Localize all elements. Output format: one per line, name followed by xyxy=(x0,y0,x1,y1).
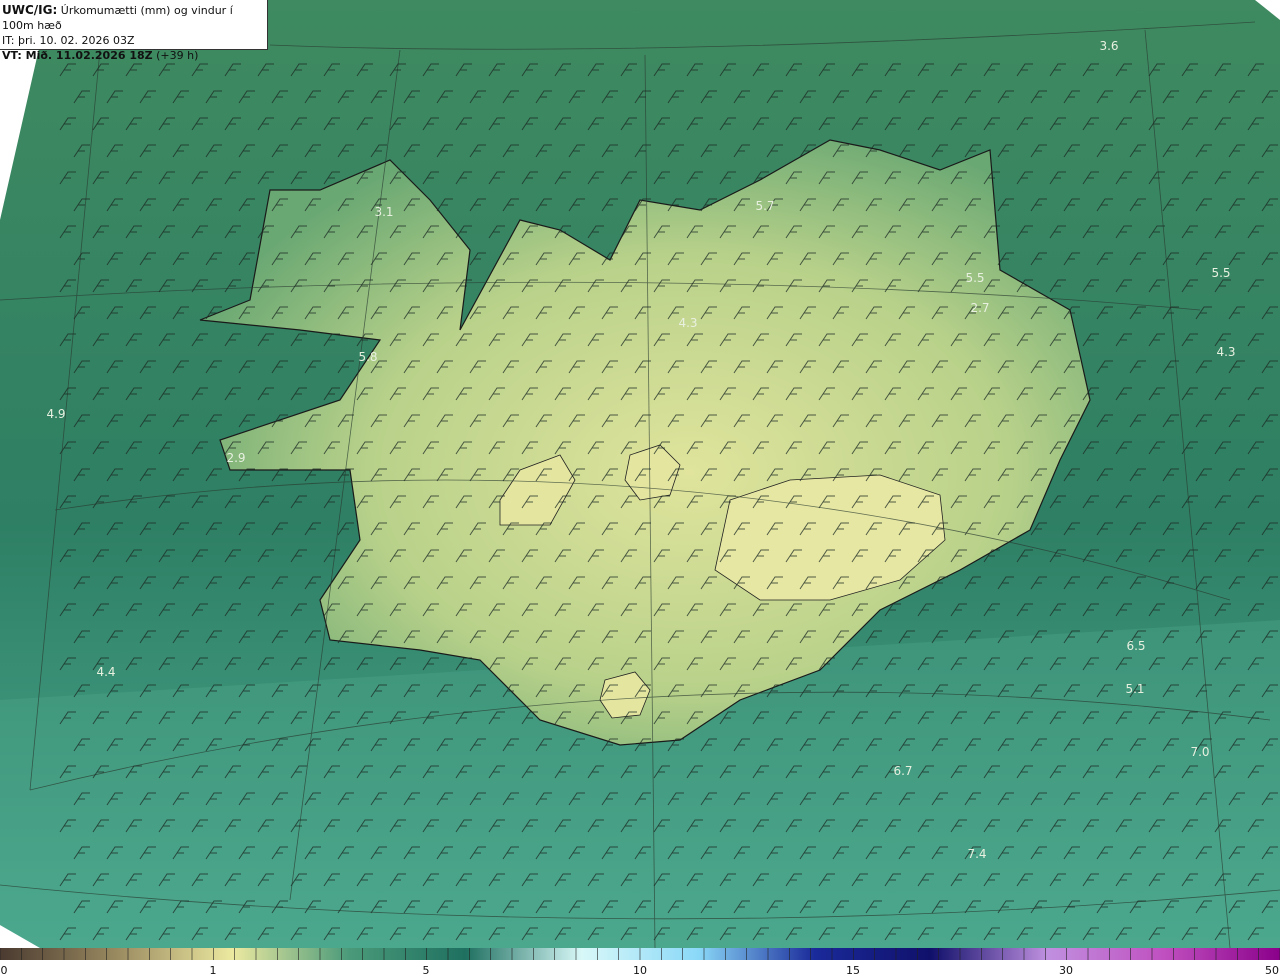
precip-value: 6.5 xyxy=(1126,639,1145,653)
precip-value: 3.6 xyxy=(1099,39,1118,53)
colorbar-tick-label: 5 xyxy=(422,964,430,977)
precip-value: 3.1 xyxy=(374,205,393,219)
precip-value: 6.7 xyxy=(893,764,912,778)
precip-value: 5.5 xyxy=(1211,266,1230,280)
precip-value: 5.7 xyxy=(755,199,774,213)
colorbar-tick-label: 15 xyxy=(846,964,860,977)
colorbar-tick-label: 0 xyxy=(0,964,8,977)
precip-value: 4.4 xyxy=(96,665,115,679)
precip-value: 4.3 xyxy=(1216,345,1235,359)
colorbar-tick-label: 50 xyxy=(1265,964,1279,977)
header-lead-time: (+39 h) xyxy=(156,49,199,62)
precip-value: 2.7 xyxy=(970,301,989,315)
header-init-time: IT: þri. 10. 02. 2026 03Z xyxy=(2,34,135,47)
map-header: UWC/IG: Úrkomumætti (mm) og vindur í 100… xyxy=(0,0,268,62)
colorbar xyxy=(0,948,1280,960)
header-valid-time: VT: Mið. 11.02.2026 18Z xyxy=(2,49,153,62)
colorbar-tick-label: 30 xyxy=(1059,964,1073,977)
precip-value: 5.8 xyxy=(358,350,377,364)
header-model: UWC/IG: xyxy=(2,3,58,17)
precip-value: 7.4 xyxy=(967,847,986,861)
precipitation-map: 3.6 3.1 5.7 5.5 2.7 5.5 4.3 4.3 5.8 4.9 2.9 4.4 6.5 5… xyxy=(0,0,1280,948)
colorbar-tick-label: 10 xyxy=(633,964,647,977)
precip-value: 4.9 xyxy=(46,407,65,421)
precip-value: 2.9 xyxy=(226,451,245,465)
precip-value: 5.5 xyxy=(965,271,984,285)
colorbar-tick-label: 1 xyxy=(209,964,217,977)
precip-value: 4.3 xyxy=(678,316,697,330)
precip-value: 5.1 xyxy=(1125,682,1144,696)
precip-value: 7.0 xyxy=(1190,745,1209,759)
